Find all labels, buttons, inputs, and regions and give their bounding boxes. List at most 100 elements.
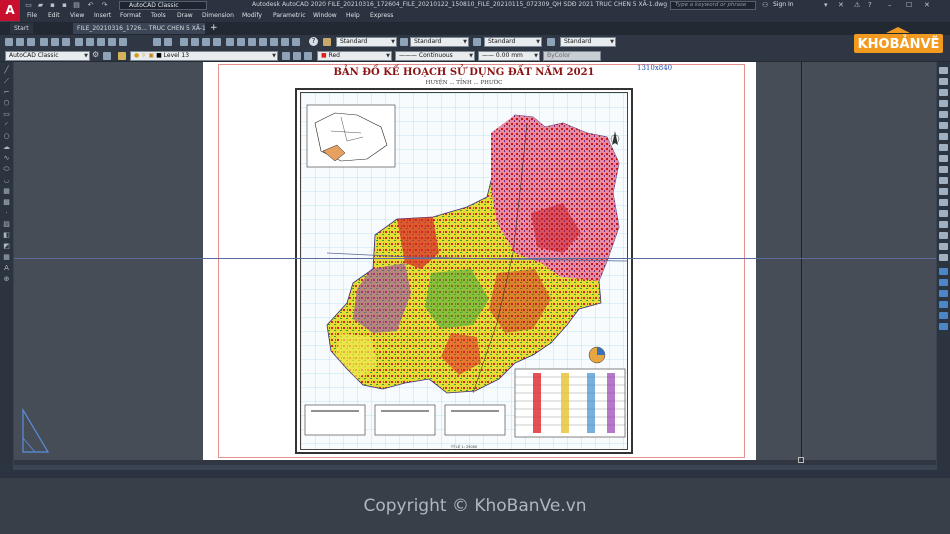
mirror-icon[interactable] (939, 89, 948, 96)
workspace-dropdown[interactable]: AutoCAD Classic ▼ (5, 51, 90, 61)
cut-icon[interactable] (75, 38, 83, 46)
layer-previous-icon[interactable] (293, 52, 301, 60)
sign-in-link[interactable]: Sign In (773, 1, 794, 8)
zoom-window-icon[interactable] (202, 38, 210, 46)
extend-icon[interactable] (939, 177, 948, 184)
color-dropdown[interactable]: ■ Red ▼ (317, 51, 392, 61)
fillet-icon[interactable] (939, 232, 948, 239)
erase-icon[interactable] (939, 67, 948, 74)
mtext-tool-icon[interactable]: A (2, 264, 11, 272)
hatch-back-icon[interactable] (939, 323, 948, 330)
plot-preview-icon[interactable] (51, 38, 59, 46)
table-style-dropdown[interactable]: Standard ▼ (484, 37, 542, 47)
layer-dropdown[interactable]: ● ☼ ▣ ■ Level 13 ▼ (130, 51, 278, 61)
menu-help[interactable]: Help (346, 12, 360, 19)
move-icon[interactable] (939, 122, 948, 129)
dim-style-dropdown[interactable]: Standard ▼ (410, 37, 469, 47)
scale-icon[interactable] (939, 144, 948, 151)
minimize-icon[interactable]: – (888, 1, 892, 9)
land-use-map[interactable] (300, 92, 628, 450)
chamfer-icon[interactable] (939, 221, 948, 228)
undo-icon[interactable]: ↶ (86, 1, 95, 9)
paste-icon[interactable] (97, 38, 105, 46)
menu-dimension[interactable]: Dimension (202, 12, 234, 19)
tool-palettes-icon[interactable] (248, 38, 256, 46)
gradient-tool-icon[interactable]: ◧ (2, 231, 11, 239)
ellipse-arc-icon[interactable]: ◡ (2, 176, 11, 184)
hatch-tool-icon[interactable]: ▨ (2, 220, 11, 228)
text-front-icon[interactable] (939, 312, 948, 319)
a360-icon[interactable]: ⚠ (854, 1, 860, 9)
construction-line-icon[interactable]: ⟋ (2, 77, 11, 85)
tab-start[interactable]: Start (10, 23, 33, 34)
linetype-dropdown[interactable]: ——— Continuous ▼ (395, 51, 475, 61)
save-icon[interactable]: ▪ (48, 1, 57, 9)
lineweight-dropdown[interactable]: —— 0.00 mm ▼ (478, 51, 540, 61)
help-toolbar-icon[interactable]: ? (309, 37, 318, 46)
external-ref-icon[interactable] (292, 38, 300, 46)
menu-window[interactable]: Window (313, 12, 337, 19)
offset-icon[interactable] (939, 100, 948, 107)
plot-toolbar-icon[interactable] (40, 38, 48, 46)
region-tool-icon[interactable]: ◩ (2, 242, 11, 250)
polygon-tool-icon[interactable]: ⬡ (2, 99, 11, 107)
match-properties-icon[interactable] (108, 38, 116, 46)
close-icon[interactable]: ✕ (924, 1, 930, 9)
maximize-icon[interactable]: ☐ (906, 1, 912, 9)
menu-view[interactable]: View (70, 12, 84, 19)
quickcalc-icon[interactable] (281, 38, 289, 46)
menu-file[interactable]: File (27, 12, 37, 19)
copy-icon[interactable] (86, 38, 94, 46)
circle-tool-icon[interactable]: ○ (2, 132, 11, 140)
explode-icon[interactable] (939, 254, 948, 261)
line-tool-icon[interactable]: ╱ (2, 66, 11, 74)
menu-tools[interactable]: Tools (151, 12, 166, 19)
copy-object-icon[interactable] (939, 78, 948, 85)
pan-icon[interactable] (180, 38, 188, 46)
revision-cloud-icon[interactable]: ☁ (2, 143, 11, 151)
rotate-icon[interactable] (939, 133, 948, 140)
design-center-icon[interactable] (237, 38, 245, 46)
ellipse-tool-icon[interactable]: ⬭ (2, 165, 11, 173)
redo-icon[interactable]: ↷ (100, 1, 109, 9)
make-block-icon[interactable]: ▩ (2, 198, 11, 206)
mleader-style-dropdown[interactable]: Standard ▼ (560, 37, 616, 47)
layer-isolate-icon[interactable] (304, 52, 312, 60)
autocad-logo-icon[interactable]: A (0, 0, 20, 21)
block-editor-icon[interactable] (119, 38, 127, 46)
text-style-dropdown[interactable]: Standard ▼ (336, 37, 397, 47)
spline-tool-icon[interactable]: ∿ (2, 154, 11, 162)
arc-tool-icon[interactable]: ◜ (2, 121, 11, 129)
draworder-under-icon[interactable] (939, 301, 948, 308)
redo-toolbar-icon[interactable] (164, 38, 172, 46)
open-icon[interactable]: ▰ (36, 1, 45, 9)
join-icon[interactable] (939, 210, 948, 217)
exchange-icon[interactable]: ✕ (838, 1, 844, 9)
sheet-set-icon[interactable] (259, 38, 267, 46)
break-at-point-icon[interactable] (939, 188, 948, 195)
blend-curves-icon[interactable] (939, 243, 948, 250)
add-selected-icon[interactable]: ⊕ (2, 275, 11, 283)
chevron-down-icon[interactable]: ▾ (824, 1, 828, 9)
stretch-icon[interactable] (939, 155, 948, 162)
table-tool-icon[interactable]: ▦ (2, 253, 11, 261)
polyline-tool-icon[interactable]: ⌐ (2, 88, 11, 96)
help-icon[interactable]: ? (868, 1, 872, 9)
zoom-realtime-icon[interactable] (191, 38, 199, 46)
properties-icon[interactable] (226, 38, 234, 46)
menu-modify[interactable]: Modify (242, 12, 262, 19)
markup-icon[interactable] (270, 38, 278, 46)
qnew-icon[interactable] (5, 38, 13, 46)
insert-block-icon[interactable]: ▦ (2, 187, 11, 195)
menu-draw[interactable]: Draw (177, 12, 193, 19)
draworder-above-icon[interactable] (939, 290, 948, 297)
plot-icon[interactable]: ▤ (72, 1, 81, 9)
rectangle-tool-icon[interactable]: ▭ (2, 110, 11, 118)
layer-properties-icon[interactable] (118, 52, 126, 60)
menu-insert[interactable]: Insert (94, 12, 111, 19)
gear-icon[interactable]: ⚙ (92, 50, 99, 59)
menu-express[interactable]: Express (370, 12, 393, 19)
array-icon[interactable] (939, 111, 948, 118)
workspace-settings-icon[interactable] (103, 52, 111, 60)
open-file-icon[interactable] (16, 38, 24, 46)
